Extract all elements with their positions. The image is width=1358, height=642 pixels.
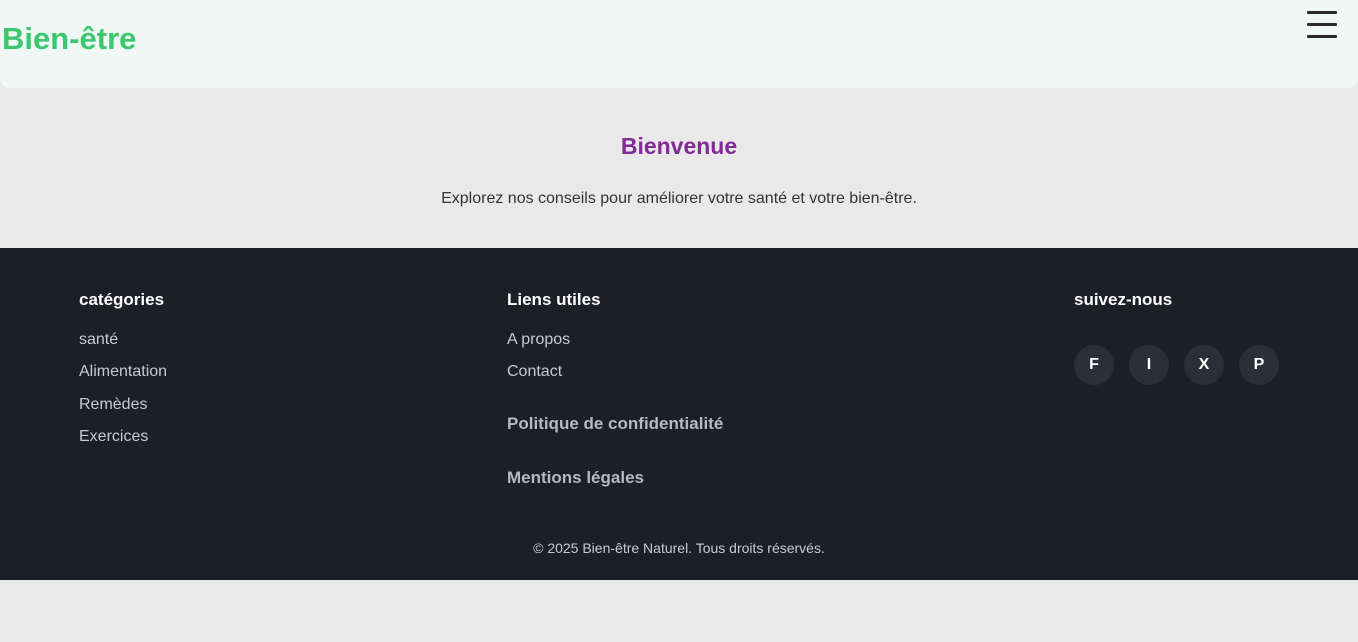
site-footer: catégories santé Alimentation Remèdes Ex… (0, 248, 1358, 580)
pinterest-icon[interactable]: P (1239, 345, 1279, 385)
menu-bar (1307, 35, 1337, 38)
privacy-policy-link[interactable]: Politique de confidentialité (507, 414, 723, 434)
copyright-text: © 2025 Bien-être Naturel. Tous droits ré… (533, 540, 825, 556)
category-link-sante[interactable]: santé (79, 330, 118, 350)
about-link[interactable]: A propos (507, 330, 570, 350)
menu-bar (1307, 23, 1337, 26)
follow-us-title: suivez-nous (1074, 290, 1173, 309)
site-logo[interactable]: Bien-être (2, 22, 136, 56)
category-link-exercices[interactable]: Exercices (79, 427, 148, 447)
hero-title: Bienvenue (620, 133, 738, 159)
menu-bar (1307, 11, 1337, 14)
site-header: Bien-être (0, 0, 1358, 88)
useful-links-title: Liens utiles (507, 290, 601, 309)
instagram-icon[interactable]: I (1129, 345, 1169, 385)
contact-link[interactable]: Contact (507, 362, 562, 382)
facebook-icon[interactable]: F (1074, 345, 1114, 385)
category-link-alimentation[interactable]: Alimentation (79, 362, 167, 382)
categories-title: catégories (79, 290, 165, 309)
hamburger-menu-icon[interactable] (1306, 10, 1338, 40)
legal-notice-link[interactable]: Mentions légales (507, 468, 644, 488)
x-icon[interactable]: X (1184, 345, 1224, 385)
hero-text: Explorez nos conseils pour améliorer vot… (441, 190, 917, 207)
category-link-remedes[interactable]: Remèdes (79, 395, 147, 415)
